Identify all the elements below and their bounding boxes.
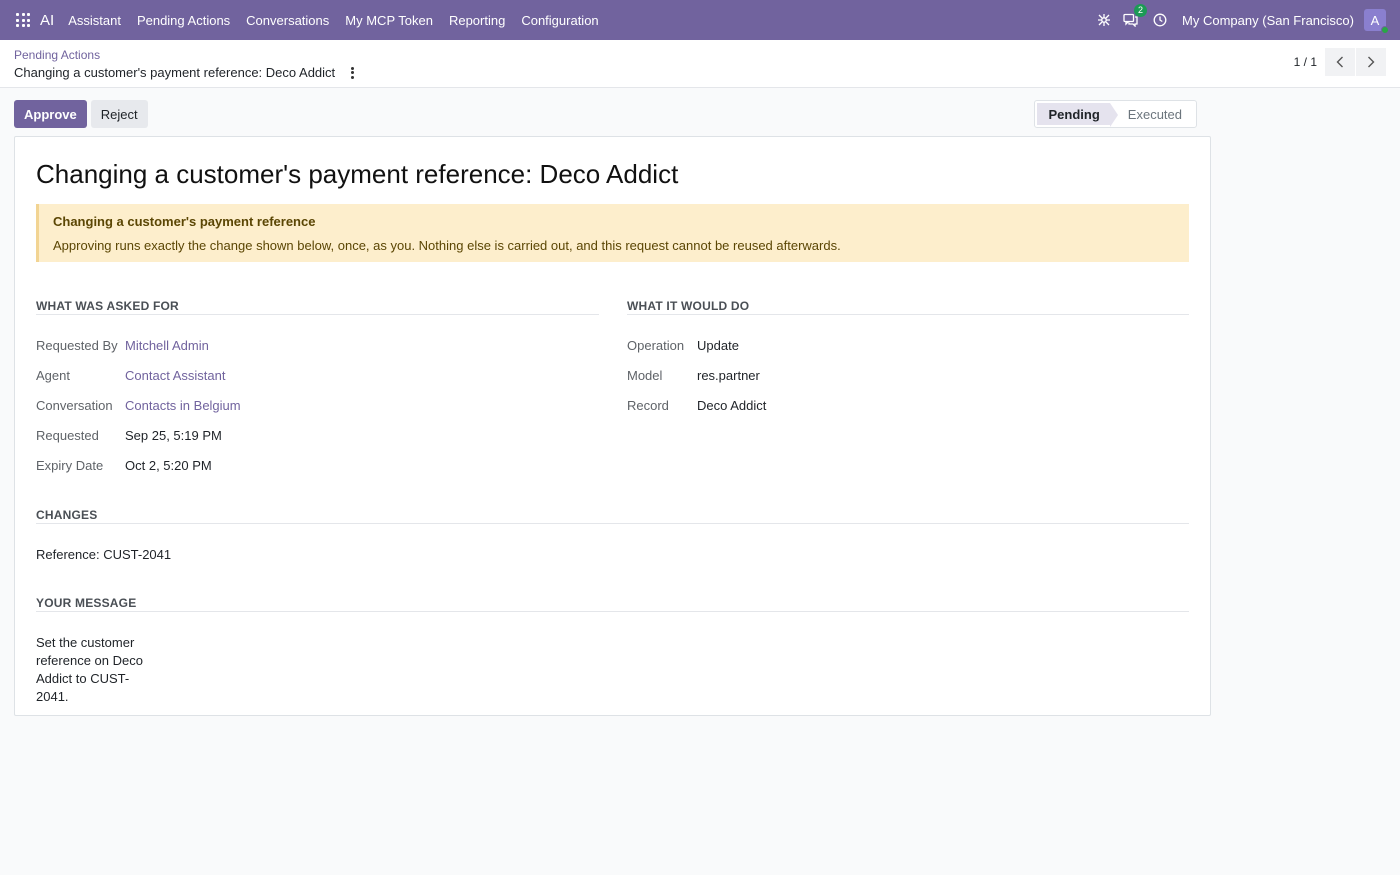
status-bar: Pending Executed [1033, 100, 1197, 128]
changes-text: Reference: CUST-2041 [36, 547, 172, 562]
group-heading: What it would do [627, 299, 1189, 315]
field-groups: What was asked for Requested By Mitchell… [36, 299, 1189, 480]
bug-icon[interactable] [1096, 12, 1112, 28]
pager-previous-button[interactable] [1325, 48, 1355, 76]
field-conversation: Conversation Contacts in Belgium [36, 390, 599, 420]
menu-configuration[interactable]: Configuration [521, 13, 598, 28]
user-avatar[interactable]: A [1364, 9, 1389, 34]
message-section: Your message Set the customer reference … [36, 596, 1189, 706]
requested-value: Sep 25, 5:19 PM [125, 427, 222, 443]
menu-pending-actions[interactable]: Pending Actions [137, 13, 230, 28]
main-menu: Assistant Pending Actions Conversations … [68, 13, 614, 28]
field-expiry-date: Expiry Date Oct 2, 5:20 PM [36, 450, 599, 480]
group-heading: What was asked for [36, 299, 599, 315]
clock-icon[interactable] [1152, 12, 1168, 28]
requested-by-link[interactable]: Mitchell Admin [125, 338, 209, 353]
breadcrumb-current-row: Changing a customer's payment reference:… [14, 65, 357, 81]
record-title: Changing a customer's payment reference:… [36, 159, 679, 189]
expiry-date-value: Oct 2, 5:20 PM [125, 457, 212, 473]
operation-value: Update [697, 337, 739, 353]
navbar-systray: 2 My Company (San Francisco) A [1086, 4, 1389, 34]
breadcrumb: Pending Actions Changing a customer's pa… [14, 48, 357, 81]
field-label: Agent [36, 367, 70, 383]
field-label: Requested [36, 427, 99, 443]
changes-section: Changes Reference: CUST-2041 [36, 508, 1189, 564]
menu-reporting[interactable]: Reporting [449, 13, 505, 28]
apps-grid-icon[interactable] [16, 13, 30, 27]
agent-link[interactable]: Contact Assistant [125, 368, 225, 383]
avatar-initial: A [1370, 12, 1380, 28]
stage-executed[interactable]: Executed [1110, 103, 1194, 125]
stage-pending[interactable]: Pending [1036, 103, 1119, 127]
menu-conversations[interactable]: Conversations [246, 13, 329, 28]
chat-icon[interactable]: 2 [1122, 4, 1148, 28]
record-value: Deco Addict [697, 397, 767, 413]
field-label: Model [627, 367, 663, 383]
field-label: Operation [627, 337, 685, 353]
chevron-left-icon [1336, 56, 1343, 68]
field-label: Requested By [36, 337, 118, 353]
top-navbar: AI Assistant Pending Actions Conversatio… [0, 0, 1400, 40]
message-text: Set the customer reference on Deco Addic… [36, 635, 143, 704]
breadcrumb-current: Changing a customer's payment reference:… [14, 65, 336, 80]
reject-button[interactable]: Reject [90, 100, 148, 128]
online-status-dot [1381, 26, 1389, 34]
chevron-right-icon [1368, 56, 1375, 68]
company-switcher[interactable]: My Company (San Francisco) [1182, 13, 1354, 28]
field-record: Record Deco Addict [627, 390, 1189, 420]
warning-alert: Changing a customer's payment reference … [36, 204, 1189, 262]
pager-next-button[interactable] [1356, 48, 1386, 76]
field-agent: Agent Contact Assistant [36, 360, 599, 390]
message-heading: Your message [36, 596, 1189, 612]
approve-button[interactable]: Approve [14, 100, 87, 128]
form-sheet: Changing a customer's payment reference:… [14, 136, 1211, 716]
app-brand[interactable]: AI [40, 12, 54, 29]
menu-my-mcp-token[interactable]: My MCP Token [345, 13, 433, 28]
control-panel: Pending Actions Changing a customer's pa… [0, 40, 1400, 88]
changes-heading: Changes [36, 508, 1189, 524]
conversation-link[interactable]: Contacts in Belgium [125, 398, 241, 413]
kebab-icon[interactable] [347, 66, 357, 80]
field-requested-by: Requested By Mitchell Admin [36, 330, 599, 360]
breadcrumb-pending-actions[interactable]: Pending Actions [14, 48, 357, 62]
menu-assistant[interactable]: Assistant [68, 13, 121, 28]
pager-value[interactable]: 1 / 1 [1294, 55, 1317, 69]
group-what-it-would-do: What it would do Operation Update Model … [627, 299, 1189, 480]
group-what-was-asked-for: What was asked for Requested By Mitchell… [36, 299, 599, 480]
field-label: Record [627, 397, 669, 413]
model-value: res.partner [697, 367, 760, 383]
alert-title: Changing a customer's payment reference [53, 214, 316, 229]
form-action-bar: Approve Reject Pending Executed [0, 88, 1211, 132]
field-label: Expiry Date [36, 457, 104, 473]
field-operation: Operation Update [627, 330, 1189, 360]
field-model: Model res.partner [627, 360, 1189, 390]
field-label: Conversation [36, 397, 113, 413]
alert-body: Approving runs exactly the change shown … [53, 238, 841, 253]
field-requested: Requested Sep 25, 5:19 PM [36, 420, 599, 450]
pager: 1 / 1 [1294, 48, 1386, 76]
messages-badge: 2 [1134, 4, 1148, 17]
